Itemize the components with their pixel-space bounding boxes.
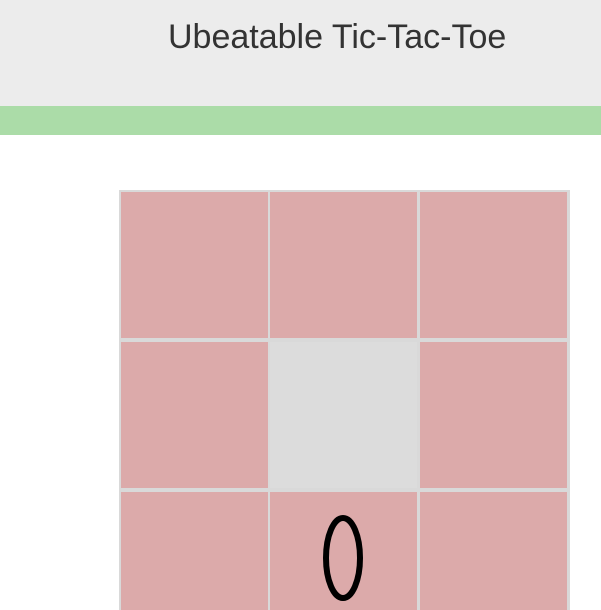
o-mark-icon <box>270 492 417 610</box>
cell-mark <box>420 492 421 493</box>
page-title: Ubeatable Tic-Tac-Toe <box>168 18 507 56</box>
board-cell-r0-c0[interactable] <box>121 192 268 338</box>
cell-mark <box>121 192 122 193</box>
cell-mark <box>270 192 271 193</box>
board-cell-r0-c2[interactable] <box>420 192 567 338</box>
cell-mark <box>420 342 421 343</box>
board-cell-r0-c1[interactable] <box>270 192 417 338</box>
status-bar <box>0 106 601 135</box>
header: Ubeatable Tic-Tac-Toe <box>0 0 601 106</box>
cell-mark <box>121 492 122 493</box>
cell-mark <box>270 342 271 343</box>
board-cell-r1-c1[interactable] <box>270 342 417 488</box>
board-cell-r2-c2[interactable] <box>420 492 567 610</box>
board-cell-r1-c2[interactable] <box>420 342 567 488</box>
cell-mark <box>420 192 421 193</box>
board-cell-r1-c0[interactable] <box>121 342 268 488</box>
cell-mark <box>121 342 122 343</box>
board-cell-r2-c1[interactable]: O <box>270 492 417 610</box>
game-board: O <box>119 190 570 610</box>
board-cell-r2-c0[interactable] <box>121 492 268 610</box>
